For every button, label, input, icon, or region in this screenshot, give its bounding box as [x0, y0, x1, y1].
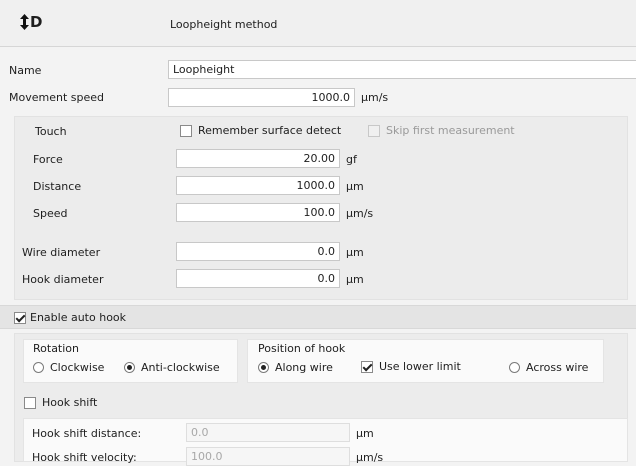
hook-shift-distance-label: Hook shift distance: — [32, 427, 142, 440]
hook-shift-velocity-unit: µm/s — [356, 451, 384, 464]
use-lower-limit-label: Use lower limit — [379, 360, 461, 373]
rotation-clockwise-label: Clockwise — [50, 361, 105, 374]
remember-surface-detect-label: Remember surface detect — [198, 124, 342, 137]
along-wire-dot[interactable] — [258, 362, 269, 373]
header-bar — [0, 0, 636, 47]
remember-surface-detect-checkbox[interactable]: Remember surface detect — [180, 124, 341, 137]
rotation-clockwise-dot[interactable] — [33, 362, 44, 373]
remember-surface-detect-box[interactable] — [180, 124, 192, 137]
hook-shift-distance-input[interactable]: 0.0 — [186, 423, 350, 442]
vertical-arrows-icon — [20, 14, 29, 30]
skip-first-measurement-box[interactable] — [368, 124, 380, 137]
movement-speed-input[interactable]: 1000.0 — [168, 88, 355, 107]
name-input[interactable]: Loopheight — [168, 60, 636, 79]
distance-unit: µm — [346, 180, 364, 193]
distance-label: Distance — [33, 180, 82, 193]
speed-unit: µm/s — [346, 207, 374, 220]
along-wire-label: Along wire — [275, 361, 333, 374]
wire-diameter-label: Wire diameter — [22, 246, 101, 259]
speed-input[interactable]: 100.0 — [176, 203, 340, 222]
enable-auto-hook-checkbox[interactable]: Enable auto hook — [14, 311, 126, 324]
position-of-hook-label: Position of hook — [258, 342, 346, 355]
hook-diameter-input[interactable]: 0.0 — [176, 269, 340, 288]
speed-label: Speed — [33, 207, 68, 220]
enable-auto-hook-label: Enable auto hook — [30, 311, 127, 324]
touch-label: Touch — [35, 125, 67, 138]
across-wire-label: Across wire — [526, 361, 589, 374]
rotation-anticlockwise-radio[interactable]: Anti-clockwise — [124, 361, 220, 374]
logo-text: D — [30, 13, 43, 31]
wire-diameter-input[interactable]: 0.0 — [176, 242, 340, 261]
movement-speed-unit: µm/s — [361, 91, 389, 104]
hook-shift-velocity-label: Hook shift velocity: — [32, 451, 137, 464]
along-wire-radio[interactable]: Along wire — [258, 361, 333, 374]
wire-diameter-unit: µm — [346, 246, 364, 259]
skip-first-measurement-label: Skip first measurement — [386, 124, 515, 137]
use-lower-limit-box[interactable] — [361, 360, 373, 373]
rotation-anticlockwise-label: Anti-clockwise — [141, 361, 220, 374]
rotation-label: Rotation — [33, 342, 80, 355]
force-input[interactable]: 20.00 — [176, 149, 340, 168]
movement-speed-label: Movement speed — [9, 91, 104, 104]
rotation-clockwise-radio[interactable]: Clockwise — [33, 361, 104, 374]
across-wire-dot[interactable] — [509, 362, 520, 373]
hook-shift-checkbox[interactable]: Hook shift — [24, 396, 97, 409]
page-title: Loopheight method — [170, 18, 278, 31]
distance-input[interactable]: 1000.0 — [176, 176, 340, 195]
hook-shift-label: Hook shift — [42, 396, 98, 409]
across-wire-radio[interactable]: Across wire — [509, 361, 588, 374]
hook-shift-box[interactable] — [24, 396, 36, 409]
hook-diameter-unit: µm — [346, 273, 364, 286]
app-logo: D — [20, 13, 42, 31]
rotation-anticlockwise-dot[interactable] — [124, 362, 135, 373]
hook-shift-distance-unit: µm — [356, 427, 374, 440]
force-label: Force — [33, 153, 63, 166]
enable-auto-hook-box[interactable] — [14, 311, 26, 324]
hook-shift-velocity-input[interactable]: 100.0 — [186, 447, 350, 466]
use-lower-limit-checkbox[interactable]: Use lower limit — [361, 360, 461, 373]
force-unit: gf — [346, 153, 357, 166]
hook-diameter-label: Hook diameter — [22, 273, 104, 286]
name-label: Name — [9, 64, 42, 77]
skip-first-measurement-checkbox[interactable]: Skip first measurement — [368, 124, 515, 137]
